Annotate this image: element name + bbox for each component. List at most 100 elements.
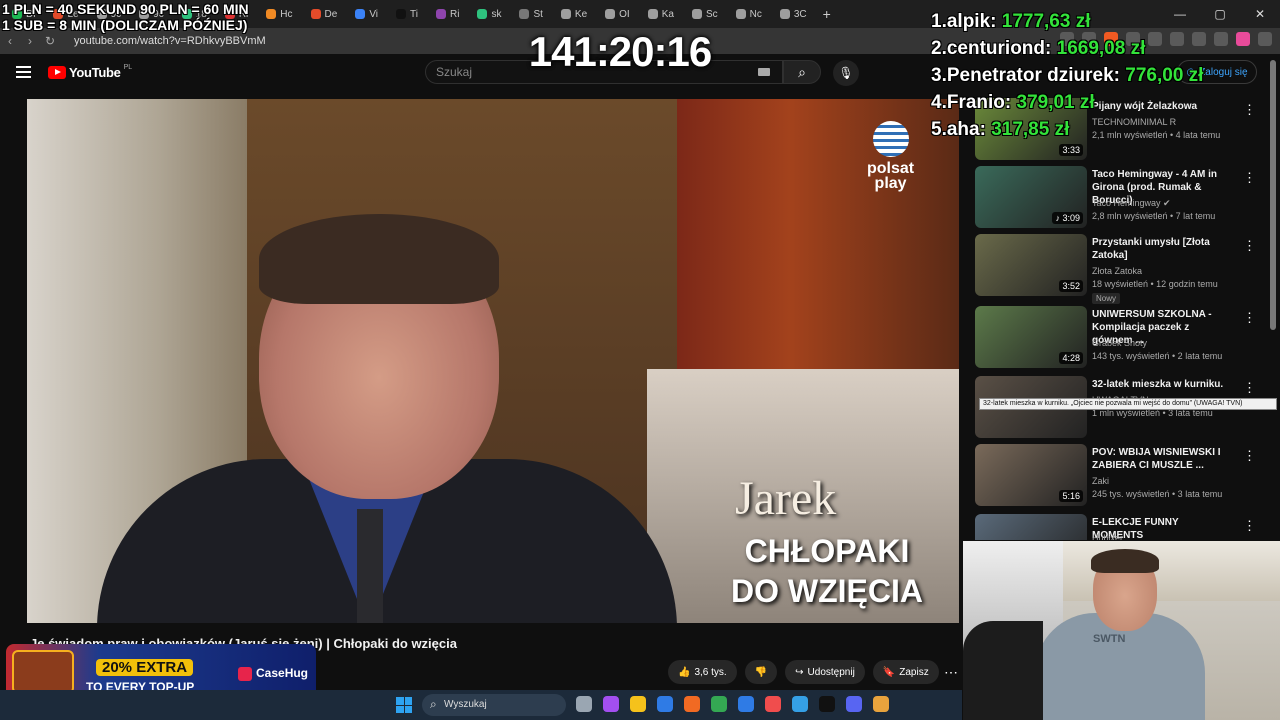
taskbar-app-icon[interactable] <box>846 696 862 712</box>
taskbar-app-icon[interactable] <box>792 696 808 712</box>
reload-icon[interactable]: ↻ <box>40 34 60 48</box>
browser-tab[interactable]: Hc <box>258 3 300 25</box>
hamburger-menu-icon[interactable] <box>16 66 31 78</box>
video-options-icon[interactable]: ⋮ <box>1243 102 1256 118</box>
taskbar-app-icon[interactable] <box>765 696 781 712</box>
video-options-icon[interactable]: ⋮ <box>1243 448 1256 464</box>
like-button[interactable]: 👍 3,6 tys. <box>668 660 737 684</box>
taskbar-app-icon[interactable] <box>738 696 754 712</box>
browser-tab[interactable]: Ti <box>388 3 426 25</box>
browser-tab[interactable]: Nc <box>728 3 770 25</box>
video-options-icon[interactable]: ⋮ <box>1243 238 1256 254</box>
vpn-icon[interactable] <box>1236 32 1250 46</box>
extension-icon[interactable] <box>1214 32 1228 46</box>
taskbar-app-icon[interactable] <box>657 696 673 712</box>
keyboard-icon[interactable] <box>758 68 770 76</box>
taskbar-app-icon[interactable] <box>819 696 835 712</box>
new-tab-button[interactable]: + <box>823 6 831 22</box>
browser-tab[interactable]: Sc <box>684 3 726 25</box>
tab-favicon-icon <box>477 9 488 19</box>
video-person-tie <box>357 509 383 623</box>
browser-tab[interactable]: Ka <box>640 3 682 25</box>
video-options-icon[interactable]: ⋮ <box>1243 170 1256 186</box>
video-thumbnail[interactable]: 5:16 <box>975 444 1087 506</box>
browser-tab[interactable]: St <box>511 3 550 25</box>
taskbar-app-icon[interactable] <box>873 696 889 712</box>
browser-tab[interactable]: De <box>303 3 346 25</box>
taskbar-apps <box>576 696 889 712</box>
channel-name[interactable]: Grabek Shoty <box>1092 338 1147 348</box>
recommended-video[interactable]: 5:16 POV: WBIJA WISNIEWSKI I ZABIERA CI M… <box>975 444 1265 508</box>
search-button[interactable]: ⌕ <box>783 60 821 84</box>
video-options-icon[interactable]: ⋮ <box>1243 310 1256 326</box>
video-options-icon[interactable]: ⋮ <box>1243 380 1256 396</box>
video-thumbnail[interactable] <box>975 514 1087 540</box>
menu-icon[interactable] <box>1258 32 1272 46</box>
promo-headline: 20% EXTRA <box>96 659 194 676</box>
polsat-globe-icon <box>872 121 909 157</box>
recommended-title[interactable]: POV: WBIJA WISNIEWSKI I ZABIERA CI MUSZL… <box>1092 446 1232 472</box>
tab-favicon-icon <box>647 9 658 19</box>
streamer-webcam: SWTN <box>963 541 1280 720</box>
channel-name[interactable]: Taco Hemingway ✔ <box>1092 198 1171 209</box>
video-options-icon[interactable]: ⋮ <box>1243 518 1256 534</box>
donation-amount: 1777,63 zł <box>1001 11 1091 32</box>
save-button[interactable]: 🔖 Zapisz <box>872 660 939 684</box>
page-scrollbar[interactable] <box>1270 60 1276 330</box>
video-player[interactable]: polsat play Jarek CHŁOPAKI DO WZIĘCIA <box>27 99 959 623</box>
forward-icon[interactable]: › <box>20 34 40 48</box>
browser-tab[interactable]: Vi <box>347 3 386 25</box>
channel-name[interactable]: Hubixer <box>1092 533 1123 540</box>
show-title-line1: CHŁOPAKI <box>744 533 910 569</box>
browser-tab[interactable]: Ke <box>553 3 595 25</box>
dislike-button[interactable]: 👎 <box>744 660 778 684</box>
donor-name: 3.Penetrator dziurek: <box>931 65 1126 86</box>
search-icon: ⌕ <box>798 63 806 80</box>
tab-favicon-icon <box>355 9 366 19</box>
channel-name[interactable]: Zaki <box>1092 476 1109 486</box>
taskbar-app-icon[interactable] <box>576 696 592 712</box>
taskbar-app-icon[interactable] <box>630 696 646 712</box>
share-button[interactable]: ↪ Udostępnij <box>785 660 865 684</box>
tab-label: Nc <box>749 8 762 20</box>
donation-amount: 317,85 zł <box>991 119 1070 140</box>
tab-favicon-icon <box>779 9 790 19</box>
taskbar-app-icon[interactable] <box>711 696 727 712</box>
channel-name[interactable]: Złota Zatoka <box>1092 266 1142 276</box>
voice-search-button[interactable]: 🎙 <box>833 60 859 86</box>
recommended-title[interactable]: 32-latek mieszka w kurniku. <box>1092 378 1232 391</box>
video-duration: ♪ 3:09 <box>1052 212 1083 224</box>
webcam-person-hair <box>1091 549 1159 573</box>
leaderboard-row: 4.Franio: 379,01 zł <box>931 89 1203 116</box>
video-thumbnail[interactable]: 3:52 <box>975 234 1087 296</box>
show-title-line2: DO WZIĘCIA <box>731 573 923 609</box>
taskbar-app-icon[interactable] <box>684 696 700 712</box>
new-badge: Nowy <box>1092 293 1121 304</box>
recommended-video[interactable]: ♪ 3:09 Taco Hemingway - 4 AM in Girona (p… <box>975 166 1265 230</box>
shirt-print: SWTN <box>1093 633 1126 645</box>
back-icon[interactable]: ‹ <box>0 34 20 48</box>
video-person-hair <box>259 214 499 304</box>
youtube-logo[interactable]: YouTube PL <box>48 64 132 80</box>
maximize-icon[interactable]: ▢ <box>1200 0 1240 28</box>
browser-tab[interactable]: sk <box>469 3 509 25</box>
browser-tab[interactable]: 3C <box>772 3 815 25</box>
recommended-video[interactable]: 3:52 Przystanki umysłu [Złota Zatoka] Złot… <box>975 234 1265 304</box>
donation-amount: 379,01 zł <box>1016 92 1095 113</box>
donation-amount: 1669,08 zł <box>1056 38 1146 59</box>
recommended-title[interactable]: Przystanki umysłu [Złota Zatoka] <box>1092 236 1232 262</box>
recommended-video[interactable]: E-LEKCJE FUNNY MOMENTS Hubixer ⋮ <box>975 514 1265 540</box>
taskbar-search-input[interactable]: Wyszukaj <box>422 694 566 716</box>
browser-tab[interactable]: OI <box>597 3 638 25</box>
windows-start-icon[interactable] <box>396 697 412 713</box>
video-meta: 18 wyświetleń • 12 godzin temu <box>1092 279 1218 289</box>
url-field[interactable]: youtube.com/watch?v=RDhkvyBBVmM <box>74 35 266 47</box>
recommended-video[interactable]: 4:28 UNIWERSUM SZKOLNA - Kompilacja pacze… <box>975 306 1265 370</box>
video-thumbnail[interactable]: 4:28 <box>975 306 1087 368</box>
video-thumbnail[interactable]: ♪ 3:09 <box>975 166 1087 228</box>
title-tooltip: 32-latek mieszka w kurniku. „Ojciec nie … <box>979 398 1277 410</box>
more-actions-icon[interactable]: ⋯ <box>944 664 958 681</box>
close-icon[interactable]: ✕ <box>1240 0 1280 28</box>
browser-tab[interactable]: Ri <box>428 3 467 25</box>
taskbar-app-icon[interactable] <box>603 696 619 712</box>
